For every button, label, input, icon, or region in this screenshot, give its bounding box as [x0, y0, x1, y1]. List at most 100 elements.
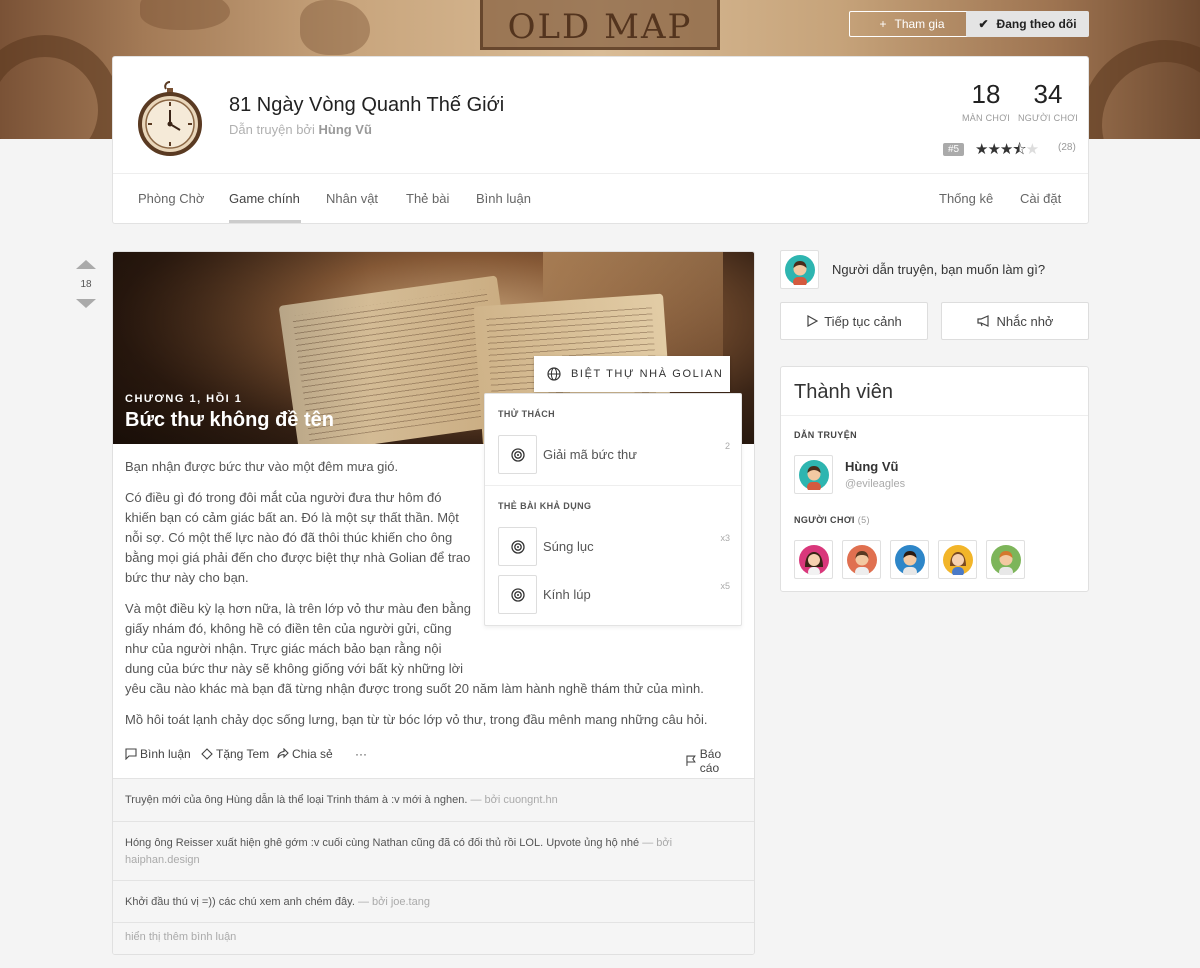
players-count: (5): [857, 515, 870, 525]
downvote-arrow-icon[interactable]: [76, 299, 96, 308]
comment-text: Truyện mới của ông Hùng dẫn là thể loại …: [125, 794, 468, 806]
continue-scene-button[interactable]: Tiếp tục cảnh: [780, 302, 928, 340]
star-icon: ★: [987, 141, 1000, 158]
banner-map-land: [300, 0, 370, 55]
comment-text: Khởi đầu thú vị =)) các chú xem anh chém…: [125, 896, 355, 908]
narrator-avatar: [780, 250, 819, 289]
comment-item: Hóng ông Reisser xuất hiện ghê gớm :v cu…: [113, 821, 754, 880]
chapter-label: CHƯƠNG 1, HỒI 1: [125, 393, 243, 405]
player-avatar[interactable]: [890, 540, 929, 579]
share-label: Chia sẻ: [292, 747, 333, 761]
rating-count: (28): [1058, 142, 1076, 153]
cards-heading: THẺ BÀI KHẢ DỤNG: [498, 501, 592, 511]
target-icon: [498, 435, 537, 474]
report-button[interactable]: Báo cáo: [685, 747, 743, 775]
join-label: Tham gia: [894, 17, 945, 31]
players-heading-label: NGƯỜI CHƠI: [794, 515, 855, 525]
show-more-comments-link[interactable]: hiển thị thêm bình luận: [113, 922, 754, 954]
comment-author[interactable]: — bởi joe.tang: [358, 896, 430, 908]
stat-players-label: NGƯỜI CHƠI: [1017, 113, 1079, 123]
stat-rounds-value: 18: [971, 79, 1001, 109]
stamp-icon: [201, 748, 213, 760]
card-item[interactable]: Kính lúp x5: [498, 575, 730, 614]
card-count: x5: [720, 581, 730, 591]
subtitle-prefix: Dẫn truyện bởi: [229, 122, 315, 137]
post-actions: Bình luận Tặng Tem Chia sẻ ··· Báo cáo: [125, 747, 743, 775]
banner-decoration: [1080, 40, 1200, 139]
checkmark-icon: ✔: [978, 17, 989, 31]
report-label: Báo cáo: [699, 747, 722, 775]
star-empty-icon: ★: [1025, 141, 1039, 158]
tab-settings[interactable]: Cài đặt: [1020, 191, 1061, 206]
card-count: x3: [720, 533, 730, 543]
game-title: 81 Ngày Vòng Quanh Thế Giới: [229, 94, 505, 116]
vote-count: 18: [80, 279, 92, 290]
narrator-prompt: Người dẫn truyện, bạn muốn làm gì?: [832, 262, 1046, 277]
share-button[interactable]: Chia sẻ: [277, 747, 333, 761]
comment-button[interactable]: Bình luận: [125, 747, 191, 761]
challenge-heading: THỬ THÁCH: [498, 409, 556, 419]
player-avatar[interactable]: [794, 540, 833, 579]
divider: [781, 415, 1088, 416]
location-tag[interactable]: BIỆT THỰ NHÀ GOLIAN: [534, 356, 730, 392]
avatar-icon: [846, 544, 877, 575]
tab-main-game[interactable]: Game chính: [229, 191, 300, 206]
narrator-member-avatar[interactable]: [794, 455, 833, 494]
player-avatar[interactable]: [986, 540, 1025, 579]
play-icon: [807, 315, 819, 327]
remind-label: Nhắc nhở: [996, 313, 1054, 329]
narrator-heading: DẪN TRUYỆN: [794, 430, 858, 440]
comment-text: Hóng ông Reisser xuất hiện ghê gớm :v cu…: [125, 837, 640, 849]
narrator-name[interactable]: Hùng Vũ: [845, 459, 898, 474]
tab-comments[interactable]: Bình luận: [476, 191, 531, 206]
post-title: Bức thư không đề tên: [125, 409, 334, 431]
tab-lobby[interactable]: Phòng Chờ: [138, 191, 204, 206]
stat-players: 34 NGƯỜI CHƠI: [1013, 79, 1083, 123]
rating-stars: ★★★⯪★: [975, 139, 1039, 164]
upvote-arrow-icon[interactable]: [76, 260, 96, 269]
avatar-icon: [798, 459, 829, 490]
banner-plaque: OLD MAP: [480, 0, 720, 50]
avatar-icon: [942, 544, 973, 575]
challenge-count: 2: [724, 441, 730, 451]
narrator-handle: @evileagles: [845, 478, 906, 490]
card-item[interactable]: Súng lục x3: [498, 527, 730, 566]
avatar-icon: [894, 544, 925, 575]
banner-map-land: [140, 0, 230, 30]
challenge-label: Giải mã bức thư: [543, 447, 637, 462]
tab-statistics[interactable]: Thống kê: [939, 191, 993, 206]
challenge-item[interactable]: Giải mã bức thư 2: [498, 435, 730, 474]
join-button[interactable]: + Tham gia: [849, 11, 975, 37]
following-button[interactable]: ✔ Đang theo dõi: [966, 11, 1089, 37]
remind-button[interactable]: Nhắc nhở: [941, 302, 1089, 340]
share-icon: [277, 748, 289, 759]
gift-stamp-label: Tặng Tem: [216, 747, 270, 761]
comment-author[interactable]: haiphan.design: [125, 854, 200, 866]
globe-icon: [547, 367, 561, 381]
comment-author-prefix: — bởi: [642, 837, 673, 849]
comment-item: Khởi đầu thú vị =)) các chú xem anh chém…: [113, 880, 754, 922]
gift-stamp-button[interactable]: Tặng Tem: [201, 747, 269, 761]
plus-icon: +: [879, 17, 887, 31]
stat-rounds: 18 MÀN CHƠI: [953, 79, 1019, 123]
continue-scene-label: Tiếp tục cảnh: [824, 313, 902, 329]
narrator-link[interactable]: Hùng Vũ: [318, 122, 371, 137]
player-avatar[interactable]: [842, 540, 881, 579]
tab-characters[interactable]: Nhân vật: [326, 191, 378, 206]
post-card: CHƯƠNG 1, HỒI 1 Bức thư không đề tên BIỆ…: [112, 251, 755, 955]
tab-cards[interactable]: Thẻ bài: [406, 191, 449, 206]
comment-icon: [125, 748, 137, 760]
comment-label: Bình luận: [140, 747, 191, 761]
more-options-icon[interactable]: ···: [355, 747, 367, 761]
game-header-card: 81 Ngày Vòng Quanh Thế Giới Dẫn truyện b…: [112, 56, 1089, 224]
star-icon: ★: [999, 141, 1013, 158]
player-avatar[interactable]: [938, 540, 977, 579]
divider: [113, 173, 1088, 174]
players-heading: NGƯỜI CHƠI (5): [794, 515, 870, 525]
target-icon: [498, 575, 537, 614]
stat-players-value: 34: [1033, 79, 1063, 109]
avatar-icon: [798, 544, 829, 575]
location-label: BIỆT THỰ NHÀ GOLIAN: [571, 368, 724, 380]
comment-author[interactable]: — bởi cuongnt.hn: [470, 794, 557, 806]
megaphone-icon: [976, 315, 989, 327]
